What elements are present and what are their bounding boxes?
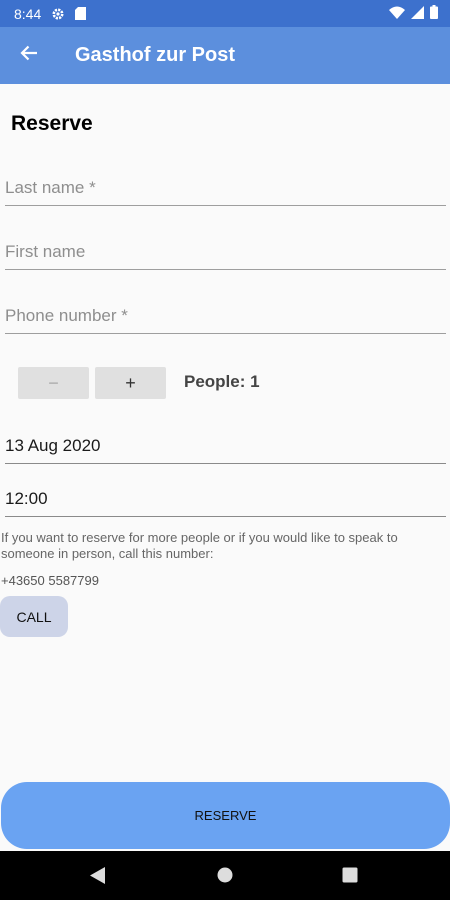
last-name-field[interactable]: Last name * <box>5 176 446 206</box>
sd-card-icon <box>75 7 87 20</box>
time-field[interactable]: 12:00 <box>5 487 446 517</box>
first-name-field[interactable]: First name <box>5 240 446 270</box>
people-count-label: People: 1 <box>184 372 260 391</box>
decrease-people-button[interactable]: − <box>18 367 89 399</box>
wifi-icon <box>389 6 405 22</box>
date-field[interactable]: 13 Aug 2020 <box>5 434 446 464</box>
arrow-left-icon <box>20 44 38 67</box>
back-button[interactable] <box>0 27 58 84</box>
status-time: 8:44 <box>14 5 42 22</box>
status-bar: 8:44 <box>0 0 450 27</box>
nav-back-icon[interactable] <box>90 867 106 884</box>
battery-icon <box>430 5 438 22</box>
phone-number-field[interactable]: Phone number * <box>5 304 446 334</box>
call-button[interactable]: CALL <box>0 596 68 637</box>
nav-recents-icon[interactable] <box>342 867 358 883</box>
info-text: If you want to reserve for more people o… <box>1 530 398 561</box>
reserve-button[interactable]: RESERVE <box>1 782 450 849</box>
page-title: Reserve <box>11 112 93 135</box>
navigation-bar <box>0 851 450 900</box>
phone-number-text: +43650 5587799 <box>1 573 99 588</box>
app-bar: Gasthof zur Post <box>0 27 450 84</box>
nav-home-icon[interactable] <box>217 867 233 883</box>
signal-icon <box>411 5 424 22</box>
app-title: Gasthof zur Post <box>75 44 236 66</box>
gear-icon <box>51 7 65 21</box>
increase-people-button[interactable]: + <box>95 367 166 399</box>
